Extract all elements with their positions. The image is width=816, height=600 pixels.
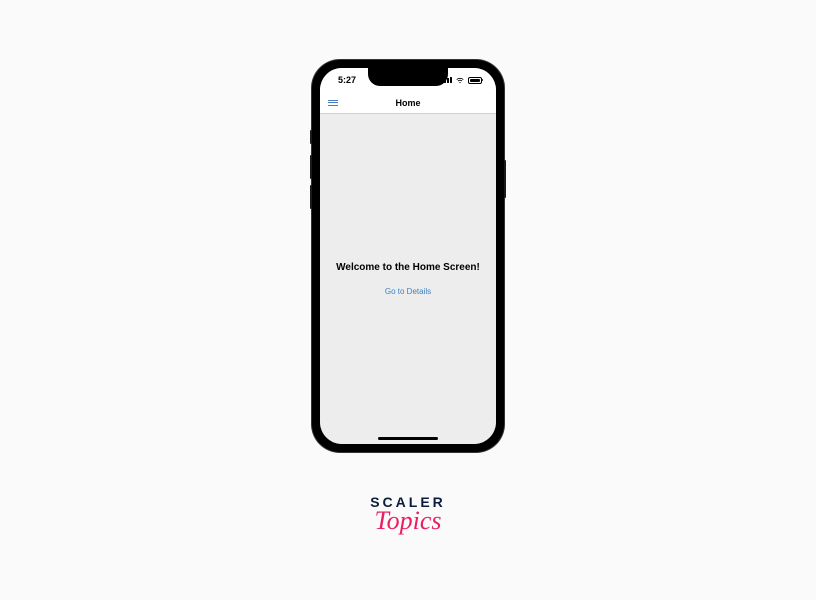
wifi-icon [455,76,465,84]
status-time: 5:27 [338,75,356,85]
power-button [504,160,506,198]
battery-icon [468,77,482,84]
nav-title: Home [328,98,488,108]
welcome-heading: Welcome to the Home Screen! [336,262,480,273]
hamburger-icon[interactable] [328,100,338,106]
phone-mockup: 5:27 [312,60,504,452]
phone-notch [368,68,448,86]
home-indicator[interactable] [378,437,438,440]
screen-content: Welcome to the Home Screen! Go to Detail… [320,114,496,444]
silence-switch [310,130,312,144]
brand-name-bottom: Topics [370,506,446,536]
brand-logo: SCALER Topics [370,494,446,536]
phone-screen: 5:27 [320,68,496,444]
volume-down-button [310,185,312,209]
nav-header: Home [320,92,496,114]
volume-up-button [310,155,312,179]
phone-frame: 5:27 [312,60,504,452]
go-to-details-button[interactable]: Go to Details [385,287,431,296]
